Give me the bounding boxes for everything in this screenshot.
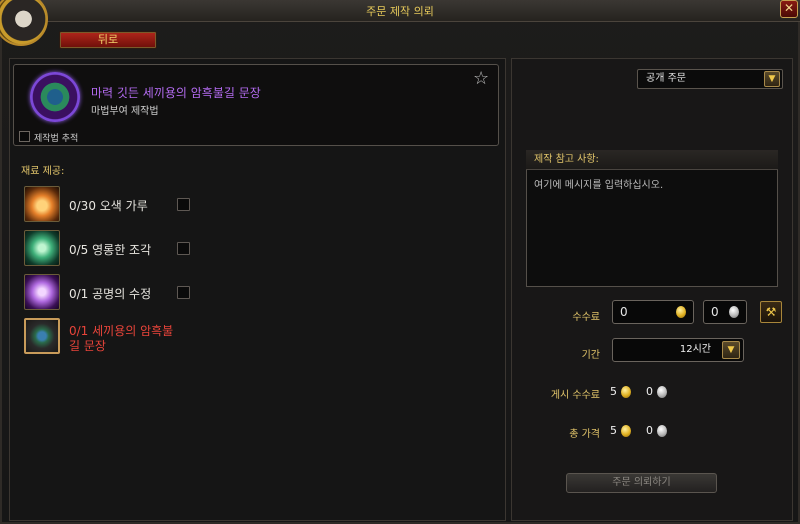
title-bar: 주문 제작 의뢰 xyxy=(0,0,800,22)
chevron-down-icon[interactable]: ▼ xyxy=(764,71,780,87)
reagent-item-label: 0/30 오색 가루 xyxy=(69,199,148,213)
hammer-icon[interactable]: ⚒ xyxy=(760,301,782,323)
recipe-name: 마력 깃든 세끼용의 암흑불길 문장 xyxy=(91,86,261,100)
posting-fee-gold: 5 xyxy=(610,385,631,398)
commission-label: 수수료 xyxy=(572,312,600,323)
window-title: 주문 제작 의뢰 xyxy=(366,5,434,18)
resonant-crystal-icon[interactable] xyxy=(24,274,60,310)
reagent-provide-checkbox[interactable] xyxy=(177,198,190,211)
track-recipe-label: 제작법 추적 xyxy=(34,134,79,144)
duration-value: 12시간 xyxy=(679,344,711,355)
note-textarea[interactable] xyxy=(526,150,778,287)
posting-fee-label: 게시 수수료 xyxy=(550,390,600,401)
prismatic-dust-icon[interactable] xyxy=(24,186,60,222)
dark-flame-emblem-icon[interactable] xyxy=(24,318,60,354)
gold-coin-icon xyxy=(620,386,631,398)
recipe-card xyxy=(13,64,499,146)
note-header: 제작 참고 사항: xyxy=(526,150,778,170)
total-price-gold-value: 5 xyxy=(610,424,617,437)
radiant-shard-icon[interactable] xyxy=(24,230,60,266)
commission-gold-input[interactable]: 0 xyxy=(612,300,694,324)
order-type-value: 공개 주문 xyxy=(646,73,686,84)
close-button[interactable]: ✕ xyxy=(780,0,798,18)
reagent-provide-checkbox[interactable] xyxy=(177,286,190,299)
chevron-down-icon[interactable]: ▼ xyxy=(722,341,740,359)
reagent-item-label: 0/1 세끼용의 암흑불 길 문장 xyxy=(69,324,174,353)
total-price-gold: 5 xyxy=(610,424,631,437)
silver-coin-icon xyxy=(656,425,667,437)
silver-coin-icon xyxy=(656,386,667,398)
posting-fee-silver-value: 0 xyxy=(646,385,653,398)
recipe-subtitle: 마법부여 제작법 xyxy=(91,106,159,117)
back-button[interactable]: 뒤로 xyxy=(59,31,157,49)
reagents-title: 재료 제공: xyxy=(21,166,65,177)
total-price-silver: 0 xyxy=(646,424,667,437)
silver-coin-icon xyxy=(729,306,739,318)
order-type-dropdown[interactable]: 공개 주문 ▼ xyxy=(637,69,783,89)
commission-gold-value: 0 xyxy=(620,305,628,319)
submit-order-button[interactable]: 주문 의뢰하기 xyxy=(566,473,717,493)
reagent-provide-checkbox[interactable] xyxy=(177,242,190,255)
note-placeholder[interactable]: 여기에 메시지를 입력하십시오. xyxy=(534,176,663,191)
posting-fee-gold-value: 5 xyxy=(610,385,617,398)
recipe-icon[interactable] xyxy=(30,72,80,122)
track-recipe-checkbox[interactable] xyxy=(19,131,30,142)
order-panel xyxy=(511,58,793,521)
duration-label: 기간 xyxy=(581,350,600,361)
gold-coin-icon xyxy=(676,306,686,318)
duration-dropdown[interactable]: 12시간 ▼ xyxy=(612,338,744,362)
commission-silver-value: 0 xyxy=(711,305,719,319)
posting-fee-silver: 0 xyxy=(646,385,667,398)
reagent-item-label: 0/5 영롱한 조각 xyxy=(69,243,152,257)
total-price-label: 총 가격 xyxy=(569,429,600,440)
reagent-item-label: 0/1 공명의 수정 xyxy=(69,287,152,301)
commission-silver-input[interactable]: 0 xyxy=(703,300,747,324)
star-icon[interactable]: ☆ xyxy=(473,68,489,89)
gold-coin-icon xyxy=(620,425,631,437)
total-price-silver-value: 0 xyxy=(646,424,653,437)
